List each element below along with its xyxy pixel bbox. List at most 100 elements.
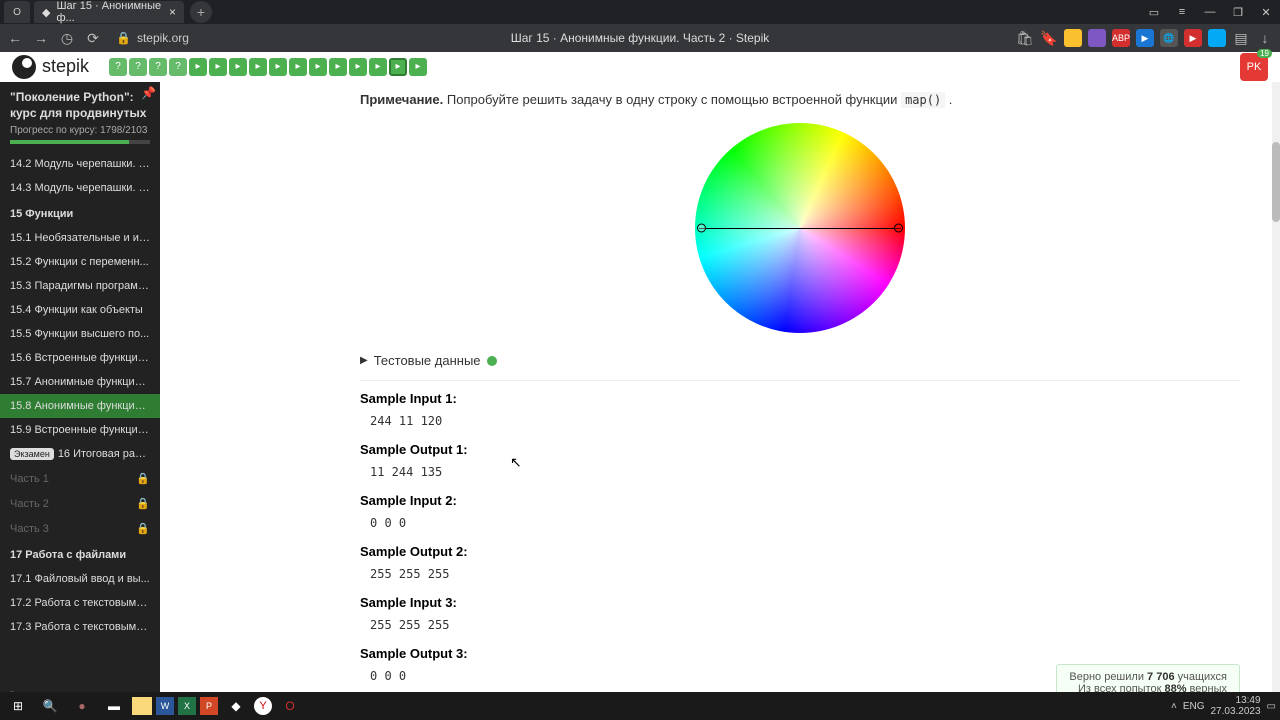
sidebar-item[interactable]: 15.7 Анонимные функции. ... (0, 370, 160, 394)
explorer-icon[interactable] (132, 697, 152, 715)
clock[interactable]: 13:49 27.03.2023 (1210, 695, 1260, 717)
close-window-icon[interactable]: ✕ (1252, 2, 1280, 22)
ext-icon-5[interactable]: ▶ (1184, 29, 1202, 47)
menu-icon[interactable]: ≡ (1168, 2, 1196, 22)
stepik-logo[interactable]: stepik (12, 55, 89, 79)
new-tab-button[interactable]: + (190, 1, 212, 23)
windows-taskbar: ⊞ 🔍 ● ▬ W X P ◆ Y O ˄ ENG 13:49 27.03.20… (0, 692, 1280, 720)
page-tab[interactable]: ◆ Шаг 15 · Анонимные ф... × (34, 1, 184, 23)
step-pill[interactable]: ? (109, 58, 127, 76)
progress-text: Прогресс по курсу: 1798/2103 (0, 125, 160, 140)
step-pill[interactable]: ▸ (249, 58, 267, 76)
back-icon[interactable]: ← (6, 29, 24, 47)
forward-icon[interactable]: → (32, 29, 50, 47)
step-pill[interactable]: ▸ (409, 58, 427, 76)
taskbar-app-3[interactable]: ◆ (222, 694, 250, 718)
sidebar-item[interactable]: 15.8 Анонимные функции. ... (0, 394, 160, 418)
sample-heading: Sample Input 2: (360, 493, 1240, 508)
ext-icon-3[interactable]: ▶ (1136, 29, 1154, 47)
step-pill[interactable]: ▸ (289, 58, 307, 76)
download-icon[interactable]: ↓ (1256, 29, 1274, 47)
extension-tray: 🛍 🔖 ABP ▶ 🌐 ▶ ▤ ↓ (1016, 29, 1274, 47)
step-pill[interactable]: ▸ (329, 58, 347, 76)
step-navigator: ? ? ? ? ▸ ▸ ▸ ▸ ▸ ▸ ▸ ▸ ▸ ▸ ▸ ▸ (109, 58, 427, 76)
language-indicator[interactable]: ENG (1183, 701, 1205, 712)
reload-icon[interactable]: ⟳ (84, 29, 102, 47)
sidebar-item[interactable]: 14.2 Модуль черепашки. Ч... (0, 152, 160, 176)
tray-chevron-icon[interactable]: ˄ (1171, 701, 1177, 712)
test-data-toggle[interactable]: ▶ Тестовые данные (360, 353, 1240, 368)
step-pill-current[interactable]: ▸ (389, 58, 407, 76)
step-pill[interactable]: ? (149, 58, 167, 76)
lock-icon: 🔒 (116, 31, 131, 45)
bookmark-icon[interactable]: 🔖 (1040, 29, 1058, 47)
step-pill[interactable]: ▸ (309, 58, 327, 76)
scrollbar-thumb[interactable] (1272, 142, 1280, 222)
sidebar-icon[interactable]: ▤ (1232, 29, 1250, 47)
step-pill[interactable]: ▸ (349, 58, 367, 76)
stopwatch-icon[interactable]: ◷ (58, 29, 76, 47)
sidebar-item[interactable]: 14.3 Модуль черепашки. Ч... (0, 176, 160, 200)
shopping-icon[interactable]: 🛍 (1016, 29, 1034, 47)
opera-tab[interactable]: O (4, 1, 30, 23)
browser-titlebar: O ◆ Шаг 15 · Анонимные ф... × + ▭ ≡ ― ❐ … (0, 0, 1280, 24)
maximize-icon[interactable]: ❐ (1224, 2, 1252, 22)
sidebar-item[interactable]: 17.2 Работа с текстовыми ... (0, 591, 160, 615)
sidebar-item[interactable]: 15.2 Функции с переменн... (0, 250, 160, 274)
search-icon[interactable]: 🔍 (36, 694, 64, 718)
ext-icon-4[interactable]: 🌐 (1160, 29, 1178, 47)
abp-icon[interactable]: ABP (1112, 29, 1130, 47)
sidebar-item[interactable]: 15.3 Парадигмы программ... (0, 274, 160, 298)
main-layout: 📌 "Поколение Python": курс для продвинут… (0, 82, 1280, 712)
step-pill[interactable]: ▸ (229, 58, 247, 76)
sidebar-item[interactable]: 17 Работа с файлами (0, 541, 160, 567)
progress-bar (10, 140, 150, 144)
excel-icon[interactable]: X (178, 697, 196, 715)
sidebar-item[interactable]: 15.5 Функции высшего по... (0, 322, 160, 346)
url-box[interactable]: 🔒 stepik.org (116, 31, 189, 45)
sidebar-item: Часть 3🔒 (0, 516, 160, 541)
sample-code: 244 11 120 (360, 410, 1240, 432)
minimize-icon[interactable]: ― (1196, 2, 1224, 22)
word-icon[interactable]: W (156, 697, 174, 715)
course-sidebar: 📌 "Поколение Python": курс для продвинут… (0, 82, 160, 712)
sidebar-item[interactable]: 17.3 Работа с текстовыми ... (0, 615, 160, 639)
user-avatar[interactable]: PK 19 (1240, 53, 1268, 81)
taskbar-app-1[interactable]: ● (68, 694, 96, 718)
sidebar-item[interactable]: 15.6 Встроенные функции ... (0, 346, 160, 370)
tab-strip: O ◆ Шаг 15 · Анонимные ф... × + (0, 0, 212, 24)
step-pill[interactable]: ▸ (189, 58, 207, 76)
step-pill[interactable]: ? (169, 58, 187, 76)
sample-code: 0 0 0 (360, 512, 1240, 534)
pin-icon[interactable]: 📌 (141, 86, 156, 100)
sidebar-item[interactable]: 15.4 Функции как объекты (0, 298, 160, 322)
notifications-icon[interactable]: ▭ (1267, 701, 1276, 712)
opera-taskbar-icon[interactable]: O (276, 694, 304, 718)
status-dot-icon (487, 356, 497, 366)
url-host: stepik.org (137, 31, 189, 45)
lesson-content: Примечание. Попробуйте решить задачу в о… (160, 82, 1280, 712)
ext-icon-6[interactable] (1208, 29, 1226, 47)
sample-heading: Sample Input 3: (360, 595, 1240, 610)
yandex-icon[interactable]: Y (254, 697, 272, 715)
app-header: stepik ? ? ? ? ▸ ▸ ▸ ▸ ▸ ▸ ▸ ▸ ▸ ▸ ▸ ▸ P… (0, 52, 1280, 82)
step-pill[interactable]: ▸ (269, 58, 287, 76)
step-pill[interactable]: ▸ (369, 58, 387, 76)
start-icon[interactable]: ⊞ (4, 694, 32, 718)
step-pill[interactable]: ? (129, 58, 147, 76)
ext-icon-2[interactable] (1088, 29, 1106, 47)
step-pill[interactable]: ▸ (209, 58, 227, 76)
sample-code: 255 255 255 (360, 614, 1240, 636)
sidebar-item[interactable]: Экзамен16 Итоговая работ... (0, 442, 160, 466)
powerpoint-icon[interactable]: P (200, 697, 218, 715)
ext-icon-1[interactable] (1064, 29, 1082, 47)
panel-icon[interactable]: ▭ (1140, 2, 1168, 22)
system-tray[interactable]: ˄ ENG 13:49 27.03.2023 ▭ (1171, 695, 1276, 717)
sidebar-item[interactable]: 15 Функции (0, 200, 160, 226)
taskbar-app-2[interactable]: ▬ (100, 694, 128, 718)
close-icon[interactable]: × (169, 5, 176, 19)
sidebar-item[interactable]: 15.1 Необязательные и им... (0, 226, 160, 250)
page-title: Шаг 15 · Анонимные функции. Часть 2 · St… (511, 31, 770, 45)
sidebar-item[interactable]: 17.1 Файловый ввод и вы... (0, 567, 160, 591)
sidebar-item[interactable]: 15.9 Встроенные функции ... (0, 418, 160, 442)
